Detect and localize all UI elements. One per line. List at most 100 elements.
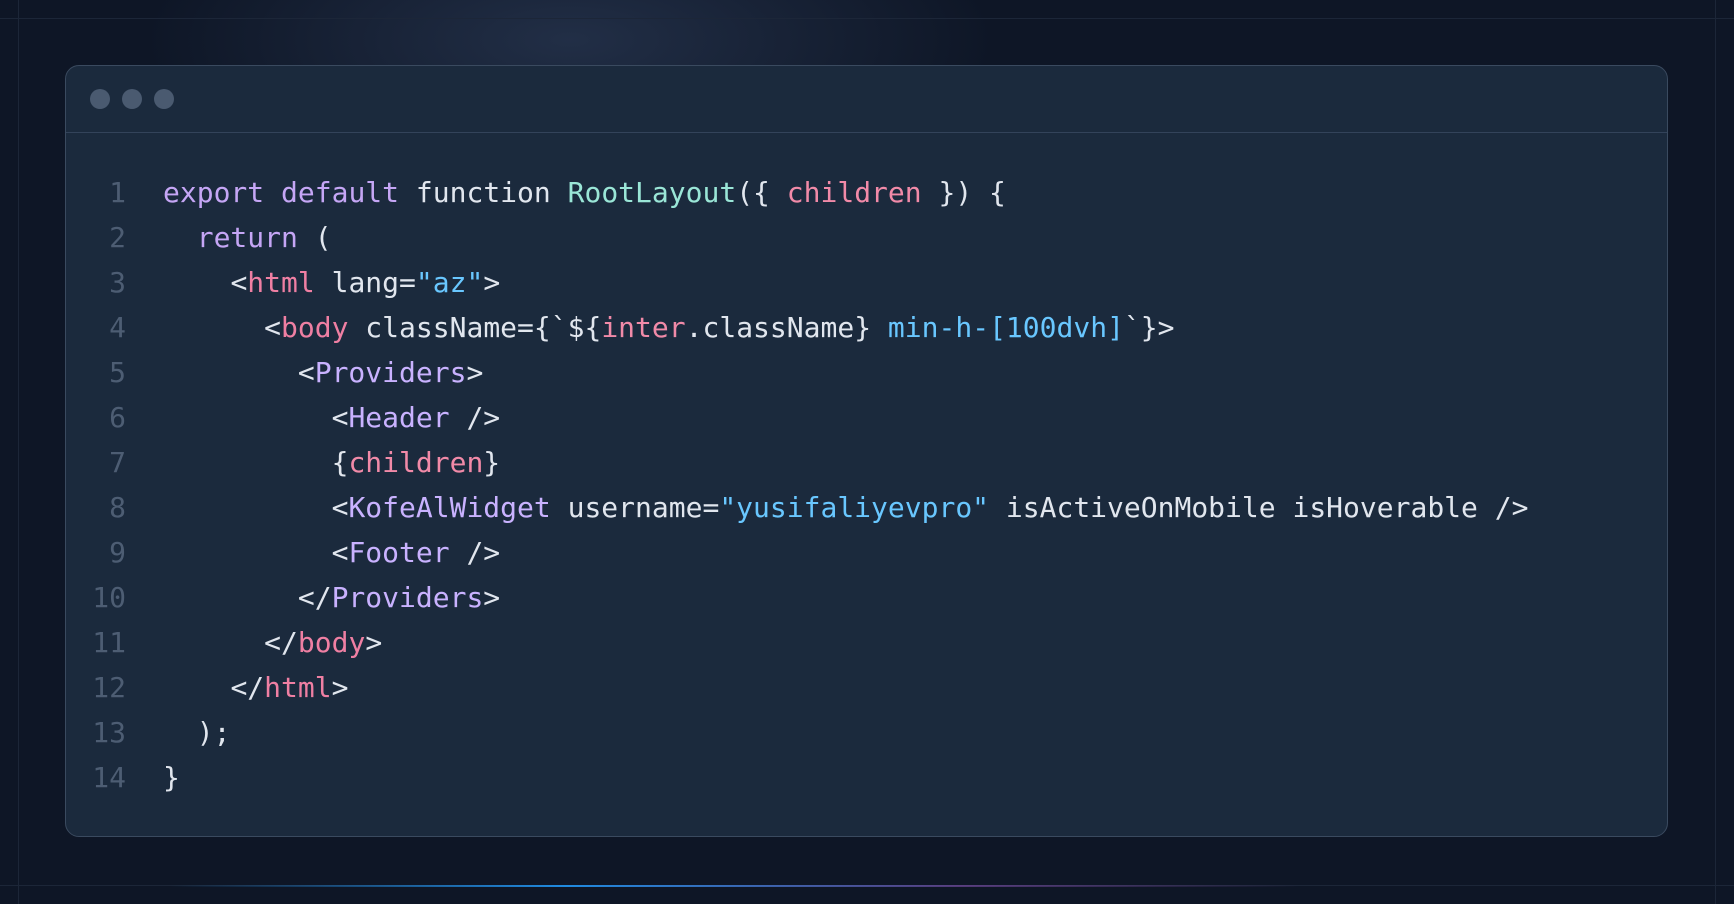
code-token-component: Providers	[331, 581, 484, 614]
line-number: 5	[109, 356, 126, 389]
code-token-plain: />	[449, 536, 501, 569]
frame-line-left	[18, 0, 19, 904]
line-number: 8	[109, 491, 126, 524]
code-token-plain: >	[331, 671, 349, 704]
code-token-plain: function	[399, 176, 568, 209]
code-token-component: Header	[348, 401, 450, 434]
code-line: 10 </Providers>	[66, 575, 1667, 620]
code-line: 8 <KofeAlWidget username="yusifaliyevpro…	[66, 485, 1667, 530]
code-token-string: "yusifaliyevpro"	[719, 491, 990, 524]
code-token-plain: .className}	[685, 311, 888, 344]
code-token-plain: <	[297, 356, 315, 389]
code-text: );	[163, 710, 231, 755]
line-number: 10	[92, 581, 126, 614]
code-token-plain: >	[466, 356, 484, 389]
code-line: 7 {children}	[66, 440, 1667, 485]
code-token-plain: <	[264, 311, 282, 344]
code-token-plain: isActiveOnMobile isHoverable />	[989, 491, 1529, 524]
code-token-component: Providers	[314, 356, 467, 389]
frame-line-bottom	[0, 885, 1734, 886]
code-token-plain: }	[163, 761, 180, 794]
code-text: </body>	[163, 620, 382, 665]
code-line: 12 </html>	[66, 665, 1667, 710]
code-token-keyword: return	[196, 221, 298, 254]
line-number: 6	[109, 401, 126, 434]
code-token-plain: <	[331, 401, 349, 434]
code-token-string: min-h-[100dvh]	[887, 311, 1124, 344]
line-number: 3	[109, 266, 126, 299]
code-window: 1 export default function RootLayout({ ch…	[65, 65, 1668, 837]
code-token-plain: {	[331, 446, 349, 479]
line-number: 2	[109, 221, 126, 254]
code-token-keyword: export	[163, 176, 265, 209]
code-text: }	[163, 755, 180, 800]
code-token-param: inter	[601, 311, 686, 344]
code-text: <body className={`${inter.className} min…	[163, 305, 1175, 350]
window-control-dot-icon	[122, 89, 142, 109]
code-text: <Header />	[163, 395, 501, 440]
bottom-glow-line	[170, 885, 1300, 887]
code-token-plain: </	[297, 581, 332, 614]
code-token-keyword: default	[281, 176, 400, 209]
code-block: 1 export default function RootLayout({ ch…	[66, 170, 1667, 800]
code-token-plain: (	[297, 221, 332, 254]
code-text: </Providers>	[163, 575, 500, 620]
code-token-plain: <	[230, 266, 248, 299]
code-token-plain: );	[196, 716, 231, 749]
frame-line-right	[1715, 0, 1716, 904]
line-number: 11	[92, 626, 126, 659]
code-line: 14}	[66, 755, 1667, 800]
code-text: <html lang="az">	[163, 260, 500, 305]
code-token-plain: <	[331, 491, 349, 524]
code-line: 3 <html lang="az">	[66, 260, 1667, 305]
code-token-plain: </	[230, 671, 265, 704]
line-number: 1	[109, 176, 126, 209]
line-number: 9	[109, 536, 126, 569]
code-token-param: children	[348, 446, 484, 479]
line-number: 13	[92, 716, 126, 749]
code-line: 13 );	[66, 710, 1667, 755]
code-line: 11 </body>	[66, 620, 1667, 665]
line-number: 14	[92, 761, 126, 794]
code-token-plain: />	[449, 401, 501, 434]
code-token-plain: }) {	[921, 176, 1006, 209]
code-token-plain: >	[483, 266, 501, 299]
code-token-plain: className={`${	[348, 311, 602, 344]
code-text: <Footer />	[163, 530, 501, 575]
code-token-param: children	[786, 176, 922, 209]
code-text: return (	[163, 215, 332, 260]
code-text: </html>	[163, 665, 348, 710]
code-line: 2 return (	[66, 215, 1667, 260]
code-token-component: KofeAlWidget	[348, 491, 551, 524]
window-control-dot-icon	[154, 89, 174, 109]
code-token-plain: username=	[550, 491, 720, 524]
code-text: {children}	[163, 440, 501, 485]
code-token-tag: body	[297, 626, 366, 659]
code-line: 4 <body className={`${inter.className} m…	[66, 305, 1667, 350]
code-token-component: Footer	[348, 536, 450, 569]
code-line: 1 export default function RootLayout({ ch…	[66, 170, 1667, 215]
code-token-plain: >	[365, 626, 383, 659]
code-text: <KofeAlWidget username="yusifaliyevpro" …	[163, 485, 1529, 530]
code-line: 5 <Providers>	[66, 350, 1667, 395]
code-token-plain: `}>	[1123, 311, 1175, 344]
code-token-tag: body	[281, 311, 349, 344]
code-token-function-name: RootLayout	[567, 176, 737, 209]
code-token-plain: ({	[736, 176, 787, 209]
frame-line-top	[0, 18, 1734, 19]
code-token-plain: <	[331, 536, 349, 569]
code-token-string: "az"	[415, 266, 484, 299]
code-line: 9 <Footer />	[66, 530, 1667, 575]
code-token-plain: </	[264, 626, 298, 659]
code-line: 6 <Header />	[66, 395, 1667, 440]
window-control-dot-icon	[90, 89, 110, 109]
line-number: 4	[109, 311, 126, 344]
window-titlebar	[66, 66, 1667, 133]
code-token-plain: >	[483, 581, 501, 614]
code-token-plain: }	[483, 446, 501, 479]
line-number: 7	[109, 446, 126, 479]
code-token-tag: html	[247, 266, 315, 299]
code-token-tag: html	[264, 671, 332, 704]
code-token-plain: lang=	[314, 266, 416, 299]
